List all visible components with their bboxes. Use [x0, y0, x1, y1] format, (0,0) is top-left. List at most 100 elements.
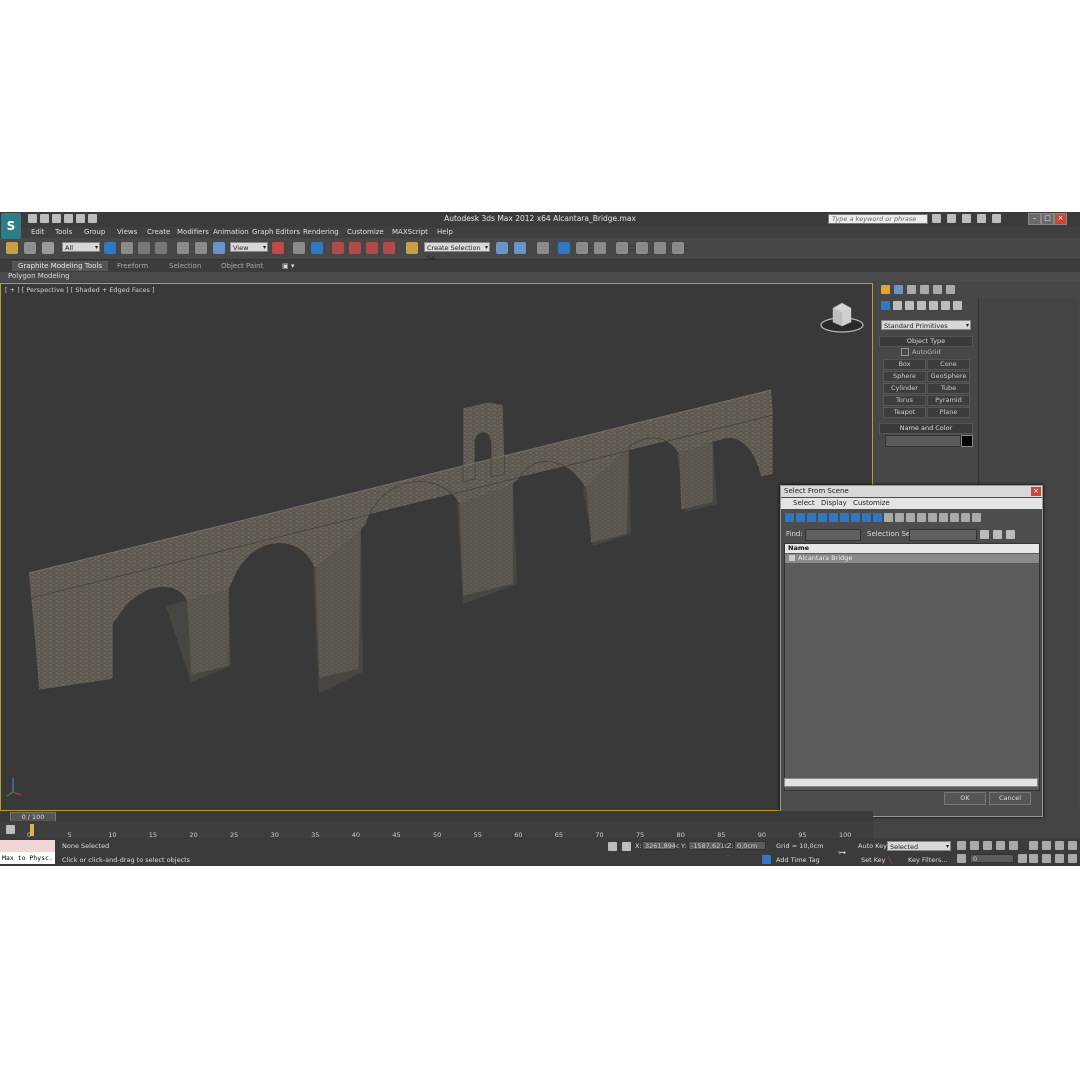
percent-snap-icon[interactable] [366, 242, 378, 254]
current-frame-field[interactable]: 0 [970, 854, 1014, 863]
display-all-icon[interactable] [917, 513, 926, 522]
menu-modifiers[interactable]: Modifiers [177, 228, 209, 236]
play-icon[interactable] [983, 841, 992, 850]
reference-coordinate-dropdown[interactable]: View [230, 242, 268, 253]
go-to-end-icon[interactable] [1009, 841, 1018, 850]
selection-set-dropdown[interactable] [909, 529, 977, 541]
lights-icon[interactable] [905, 301, 914, 310]
primitive-type-dropdown[interactable]: Standard Primitives [881, 320, 971, 331]
menu-views[interactable]: Views [117, 228, 137, 236]
snaps-toggle-icon[interactable] [332, 242, 344, 254]
maximize-button[interactable]: □ [1041, 213, 1054, 225]
curve-editor-icon[interactable] [576, 242, 588, 254]
helpers-icon[interactable] [929, 301, 938, 310]
selection-filter-dropdown[interactable]: All [62, 242, 100, 253]
display-xrefs-icon[interactable] [862, 513, 871, 522]
select-selection-set-icon[interactable] [993, 530, 1002, 539]
plane-button[interactable]: Plane [927, 407, 970, 418]
pan-view-icon[interactable] [1042, 854, 1051, 863]
material-editor-icon[interactable] [616, 242, 628, 254]
zoom-all-icon[interactable] [1042, 841, 1051, 850]
zoom-extents-icon[interactable] [1055, 841, 1064, 850]
display-space-warps-icon[interactable] [840, 513, 849, 522]
auto-key-button[interactable]: Auto Key [858, 842, 887, 850]
close-button[interactable]: × [1054, 213, 1067, 225]
keyboard-shortcut-toggle-icon[interactable] [311, 242, 323, 254]
pivot-center-icon[interactable] [272, 242, 284, 254]
menu-maxscript[interactable]: MAXScript [392, 228, 428, 236]
next-frame-icon[interactable] [996, 841, 1005, 850]
scene-object-list[interactable]: Name Alcantara Bridge [784, 543, 1040, 791]
horizontal-scrollbar[interactable] [784, 778, 1038, 787]
rectangular-selection-icon[interactable] [138, 242, 150, 254]
schematic-view-icon[interactable] [594, 242, 606, 254]
display-groups-icon[interactable] [851, 513, 860, 522]
dialog-title[interactable]: Select From Scene [781, 486, 1042, 497]
graphite-toggle-icon[interactable] [558, 242, 570, 254]
add-time-tag[interactable]: Add Time Tag [776, 856, 820, 864]
torus-button[interactable]: Torus [883, 395, 926, 406]
tab-graphite-modeling-tools[interactable]: Graphite Modeling Tools [12, 261, 109, 271]
orbit-icon[interactable] [1055, 854, 1064, 863]
utilities-tab-icon[interactable] [946, 285, 955, 294]
box-button[interactable]: Box [883, 359, 926, 370]
binoculars-icon[interactable] [932, 214, 941, 223]
rotate-icon[interactable] [195, 242, 207, 254]
lock-icon[interactable] [608, 842, 617, 851]
name-and-color-rollout[interactable]: Name and Color [879, 423, 973, 434]
key-filters-button[interactable]: Key Filters... [908, 856, 948, 864]
time-configuration-icon[interactable] [1018, 854, 1027, 863]
render-teapot-icon[interactable] [672, 242, 684, 254]
render-setup-icon[interactable] [636, 242, 648, 254]
cameras-icon[interactable] [917, 301, 926, 310]
set-key-icon[interactable]: ⊶ [838, 848, 846, 857]
geometry-icon[interactable] [881, 301, 890, 310]
motion-tab-icon[interactable] [920, 285, 929, 294]
time-tag-icon[interactable] [762, 855, 771, 864]
select-manipulate-icon[interactable] [293, 242, 305, 254]
select-object-icon[interactable] [104, 242, 116, 254]
systems-icon[interactable] [953, 301, 962, 310]
set-key-button[interactable]: Set Key [861, 856, 886, 864]
teapot-button[interactable]: Teapot [883, 407, 926, 418]
list-item[interactable]: Alcantara Bridge [785, 554, 1039, 563]
app-logo-icon[interactable]: S [1, 213, 21, 239]
display-tab-icon[interactable] [933, 285, 942, 294]
key-mode-toggle-icon[interactable] [957, 854, 966, 863]
display-helpers-icon[interactable] [829, 513, 838, 522]
sphere-button[interactable]: Sphere [883, 371, 926, 382]
scale-icon[interactable] [213, 242, 225, 254]
maximize-viewport-icon[interactable] [1068, 854, 1077, 863]
menu-create[interactable]: Create [147, 228, 170, 236]
mini-curve-editor-icon[interactable] [6, 825, 15, 834]
display-lights-icon[interactable] [807, 513, 816, 522]
display-none-icon[interactable] [928, 513, 937, 522]
dialog-close-button[interactable]: × [1031, 487, 1041, 496]
named-selection-set-dropdown[interactable]: Create Selection Se [424, 242, 490, 262]
display-containers-icon[interactable] [884, 513, 893, 522]
trackbar[interactable]: 0 5 10 15 20 25 30 35 40 45 50 55 60 65 70 75 80 85 90 95 10… [0, 821, 873, 839]
z-coordinate-field[interactable]: 0,0cm [734, 841, 766, 850]
filter-options-icon[interactable] [972, 513, 981, 522]
tab-selection[interactable]: Selection [169, 261, 201, 271]
time-slider[interactable]: 0 / 100 [0, 811, 873, 822]
zoom-icon[interactable] [1029, 841, 1038, 850]
hierarchy-tab-icon[interactable] [907, 285, 916, 294]
pyramid-button[interactable]: Pyramid [927, 395, 970, 406]
menu-graph-editors[interactable]: Graph Editors [252, 228, 300, 236]
display-hidden-icon[interactable] [906, 513, 915, 522]
object-color-swatch[interactable] [961, 435, 973, 447]
mirror-icon[interactable] [496, 242, 508, 254]
menu-group[interactable]: Group [84, 228, 105, 236]
edit-named-selection-icon[interactable] [406, 242, 418, 254]
select-by-name-icon[interactable] [121, 242, 133, 254]
autogrid-checkbox[interactable]: AutoGrid [901, 348, 941, 356]
display-bones-icon[interactable] [873, 513, 882, 522]
menu-rendering[interactable]: Rendering [303, 228, 339, 236]
previous-frame-icon[interactable] [970, 841, 979, 850]
dialog-menu-display[interactable]: Display [821, 499, 847, 507]
align-icon[interactable] [514, 242, 526, 254]
key-mode-dropdown[interactable]: Selected [887, 841, 951, 852]
tube-button[interactable]: Tube [927, 383, 970, 394]
menu-customize[interactable]: Customize [347, 228, 384, 236]
